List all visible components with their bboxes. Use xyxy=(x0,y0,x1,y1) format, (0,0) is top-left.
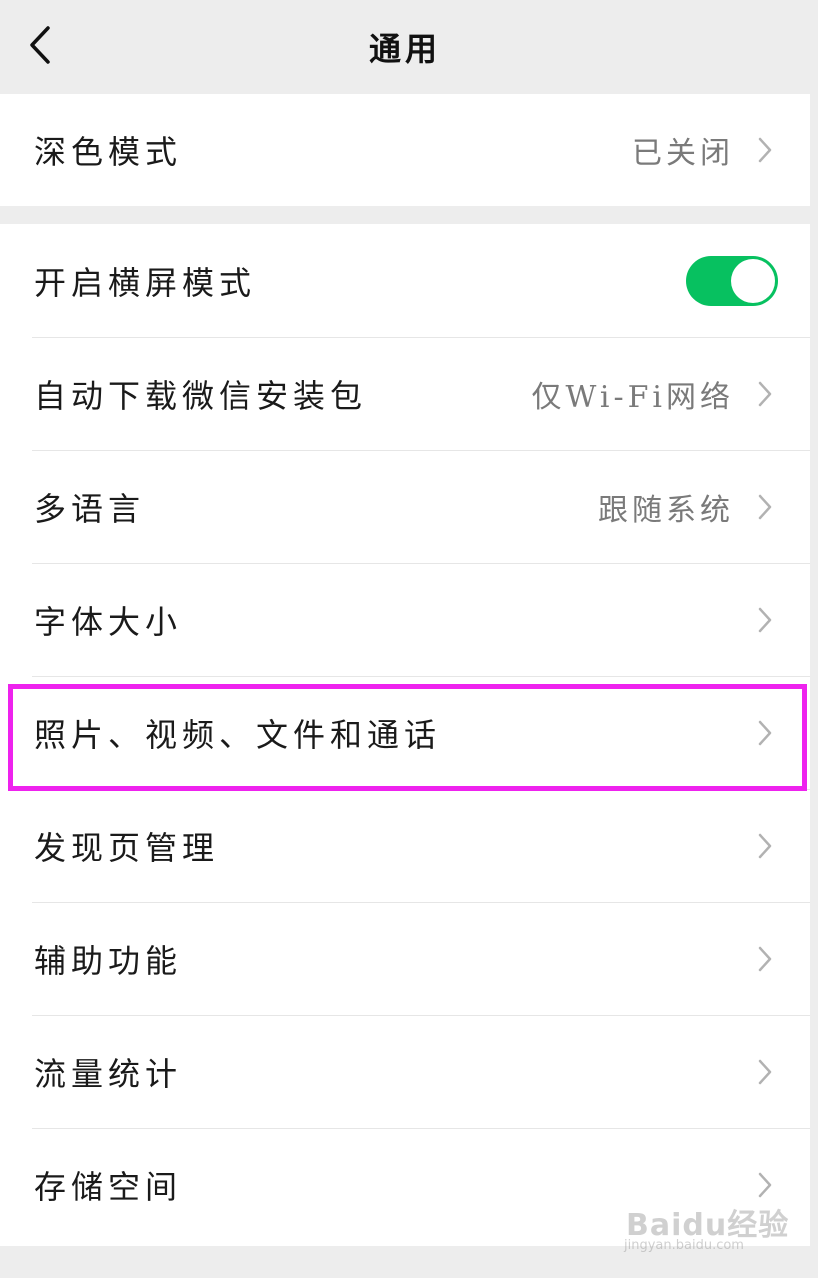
watermark-url: jingyan.baidu.com xyxy=(624,1238,744,1253)
row-label: 辅助功能 xyxy=(34,941,183,980)
page-title: 通用 xyxy=(368,30,441,68)
row-label: 发现页管理 xyxy=(34,828,220,867)
landscape-mode-toggle[interactable] xyxy=(686,255,778,306)
font-size-row[interactable]: 字体大小 xyxy=(0,563,810,676)
discover-management-row[interactable]: 发现页管理 xyxy=(0,789,810,902)
row-value: 跟随系统 xyxy=(598,492,734,528)
chevron-right-icon xyxy=(756,1057,774,1087)
toggle-knob xyxy=(731,258,775,303)
row-label: 多语言 xyxy=(34,489,146,528)
row-label: 深色模式 xyxy=(34,133,183,171)
accessibility-row[interactable]: 辅助功能 xyxy=(0,902,810,1015)
row-label: 流量统计 xyxy=(34,1054,183,1093)
row-label: 字体大小 xyxy=(34,602,183,641)
landscape-mode-row: 开启横屏模式 xyxy=(0,224,810,337)
chevron-right-icon xyxy=(756,831,774,861)
chevron-right-icon xyxy=(756,718,774,748)
chevron-right-icon xyxy=(756,492,774,522)
chevron-right-icon xyxy=(756,944,774,974)
navigation-bar: 通用 xyxy=(0,0,810,94)
baidu-jingyan-watermark: Baidu经验 jingyan.baidu.com xyxy=(616,1188,788,1266)
row-value: 已关闭 xyxy=(632,136,734,171)
dark-mode-row[interactable]: 深色模式 已关闭 xyxy=(0,94,810,206)
language-row[interactable]: 多语言 跟随系统 xyxy=(0,450,810,563)
auto-download-row[interactable]: 自动下载微信安装包 仅Wi-Fi网络 xyxy=(0,337,810,450)
data-usage-row[interactable]: 流量统计 xyxy=(0,1015,810,1128)
chevron-right-icon xyxy=(756,379,774,409)
settings-group-display: 深色模式 已关闭 xyxy=(0,94,810,206)
row-label: 自动下载微信安装包 xyxy=(34,376,368,415)
row-label: 开启横屏模式 xyxy=(34,263,257,302)
photos-videos-files-calls-row[interactable]: 照片、视频、文件和通话 xyxy=(0,676,810,789)
settings-group-general: 开启横屏模式 自动下载微信安装包 仅Wi-Fi网络 多语言 跟随系统 字体大小 … xyxy=(0,224,810,1246)
chevron-right-icon xyxy=(756,135,774,165)
chevron-right-icon xyxy=(756,605,774,635)
row-label: 照片、视频、文件和通话 xyxy=(34,715,442,754)
row-label: 存储空间 xyxy=(34,1167,183,1206)
row-value: 仅Wi-Fi网络 xyxy=(531,379,734,415)
